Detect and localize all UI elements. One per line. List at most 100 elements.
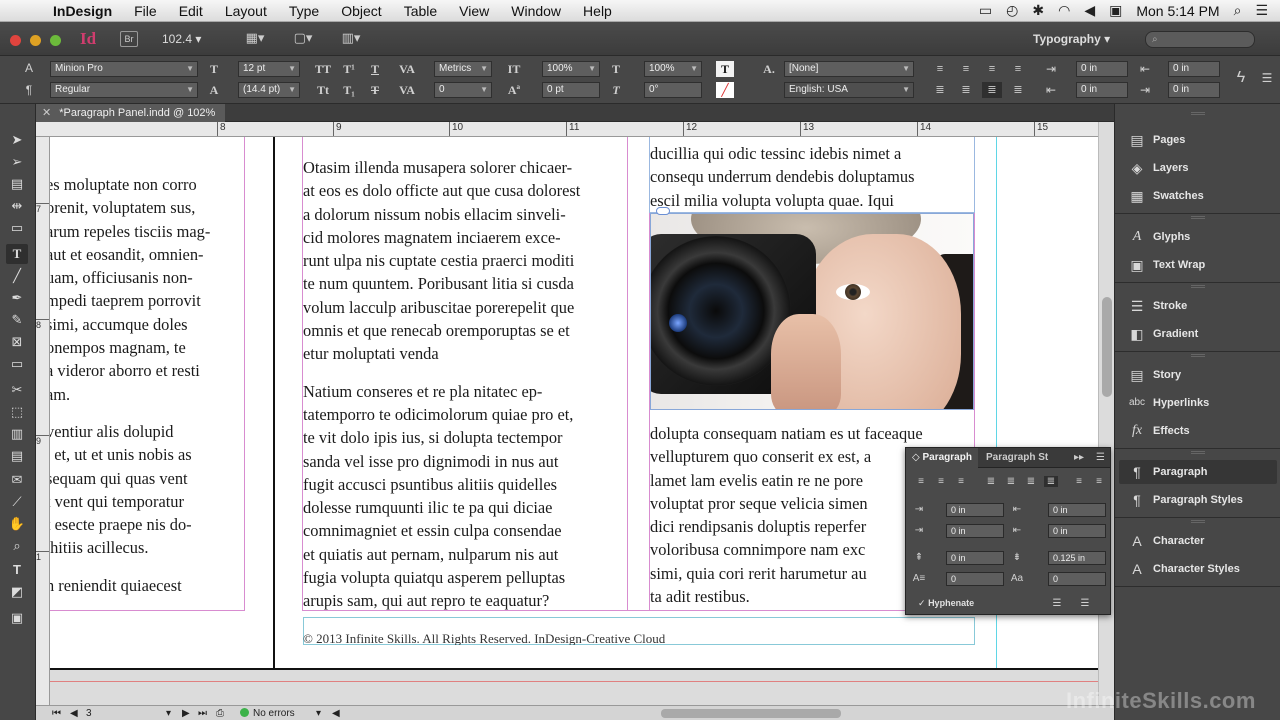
bluetooth-icon[interactable]: ✱ [1032, 2, 1044, 19]
page-menu-icon[interactable]: ▾ [166, 706, 171, 720]
all-caps-button[interactable]: TT [314, 61, 332, 77]
rectangle-tool-icon[interactable]: ▭ [6, 354, 28, 374]
menubar-clock[interactable]: Mon 5:14 PM [1136, 3, 1219, 19]
justify-right-icon[interactable]: ≣ [982, 82, 1002, 98]
menu-object[interactable]: Object [330, 3, 392, 19]
volume-icon[interactable]: ◀ [1084, 2, 1095, 19]
align-left-icon[interactable]: ≡ [930, 61, 950, 77]
type-tool-icon[interactable]: T [6, 244, 28, 264]
strikethrough-button[interactable]: T [366, 82, 384, 98]
pp-last-indent-field[interactable]: 0 in [1048, 524, 1106, 538]
character-style-select[interactable]: [None] ▼ [784, 61, 914, 77]
tab-paragraph-styles[interactable]: Paragraph St [980, 448, 1054, 468]
pp-justify-all-icon[interactable]: ≣ [1044, 476, 1058, 487]
pp-align-grid-icon[interactable]: ☰ [1078, 598, 1092, 609]
pp-space-before-field[interactable]: 0 in [946, 551, 1004, 565]
hand-tool-icon[interactable]: ✋ [6, 514, 28, 534]
dock-story[interactable]: ▤ Story [1119, 363, 1277, 387]
left-column-text[interactable]: es moluptate non corro orenit, voluptatem… [50, 173, 210, 597]
gradient-feather-tool-icon[interactable]: ▤ [6, 446, 28, 466]
dock-grip[interactable] [1191, 520, 1205, 523]
next-page-button[interactable]: ▶ [182, 706, 190, 720]
arrange-documents-icon[interactable]: ▥▾ [338, 30, 364, 48]
hyphenate-checkbox[interactable]: ✓ Hyphenate [918, 598, 974, 609]
wifi-icon[interactable]: ◠ [1058, 2, 1070, 19]
stroke-none-icon[interactable]: ╱ [716, 82, 734, 98]
pp-align-away-spine-icon[interactable]: ≡ [1092, 476, 1106, 487]
screen-mode-tool-icon[interactable]: ▣ [6, 608, 28, 628]
vertical-ruler[interactable]: 7 8 9 1 [36, 137, 50, 705]
eyedropper-tool-icon[interactable]: ⟋ [6, 492, 28, 512]
tab-paragraph[interactable]: ◇ Paragraph [906, 448, 978, 468]
right-indent-field[interactable]: 0 in [1168, 61, 1220, 77]
underline-button[interactable]: T [366, 61, 384, 77]
pp-dont-align-grid-icon[interactable]: ☰ [1050, 598, 1064, 609]
justify-all-icon[interactable]: ≣ [1008, 82, 1028, 98]
scissors-tool-icon[interactable]: ✂ [6, 380, 28, 400]
subscript-button[interactable]: T₁ [340, 82, 358, 98]
content-collector-icon[interactable]: ▭ [6, 218, 28, 238]
dock-swatches[interactable]: ▦ Swatches [1119, 184, 1277, 208]
selection-tool-icon[interactable]: ➤ [6, 130, 28, 150]
workspace-switcher[interactable]: Typography ▾ [1033, 32, 1110, 46]
pp-align-left-icon[interactable]: ≡ [914, 476, 928, 487]
quick-apply-icon[interactable]: ϟ [1232, 70, 1250, 86]
right-column-bottom-text[interactable]: dolupta consequam natiam es ut faceaque v… [650, 422, 923, 608]
gradient-swatch-tool-icon[interactable]: ▥ [6, 424, 28, 444]
pp-right-indent-field[interactable]: 0 in [1048, 503, 1106, 517]
dock-effects[interactable]: fx Effects [1119, 419, 1277, 443]
menu-window[interactable]: Window [500, 3, 572, 19]
close-document-icon[interactable]: ✕ [42, 107, 51, 119]
view-options-icon[interactable]: ▦▾ [242, 30, 268, 48]
dock-character-styles[interactable]: A Character Styles [1119, 557, 1277, 581]
screen-mode-icon[interactable]: ▢▾ [290, 30, 316, 48]
font-family-select[interactable]: Minion Pro ▼ [50, 61, 198, 77]
character-controls-icon[interactable]: A [20, 60, 38, 76]
skew-field[interactable]: 0° [644, 82, 702, 98]
free-transform-tool-icon[interactable]: ⬚ [6, 402, 28, 422]
pp-align-towards-spine-icon[interactable]: ≡ [1072, 476, 1086, 487]
first-line-indent-field[interactable]: 0 in [1076, 82, 1128, 98]
menu-edit[interactable]: Edit [168, 3, 214, 19]
window-zoom-button[interactable] [50, 35, 61, 46]
preflight-status[interactable]: No errors [240, 706, 295, 720]
pp-justify-left-icon[interactable]: ≣ [984, 476, 998, 487]
pp-drop-cap-chars-field[interactable]: 0 [1048, 572, 1106, 586]
align-center-icon[interactable]: ≡ [956, 61, 976, 77]
pp-justify-right-icon[interactable]: ≣ [1024, 476, 1038, 487]
justify-left-icon[interactable]: ≣ [930, 82, 950, 98]
menu-type[interactable]: Type [278, 3, 330, 19]
dock-layers[interactable]: ◈ Layers [1119, 156, 1277, 180]
document-tab[interactable]: ✕ *Paragraph Panel.indd @ 102% [36, 104, 226, 122]
dock-hyperlinks[interactable]: abc Hyperlinks [1119, 391, 1277, 415]
help-search-input[interactable]: ⌕ [1145, 31, 1255, 48]
menu-file[interactable]: File [123, 3, 168, 19]
pp-align-right-icon[interactable]: ≡ [954, 476, 968, 487]
vertical-scale-field[interactable]: 100% ▼ [542, 61, 600, 77]
left-indent-field[interactable]: 0 in [1076, 61, 1128, 77]
zoom-level-field[interactable]: 102.4 ▾ [162, 32, 201, 46]
default-colors-icon[interactable]: ◩ [6, 582, 28, 602]
horizontal-scale-field[interactable]: 100% ▼ [644, 61, 702, 77]
dock-pages[interactable]: ▤ Pages [1119, 128, 1277, 152]
control-panel-menu-icon[interactable]: ☰ [1258, 70, 1276, 86]
vertical-scrollbar[interactable] [1098, 122, 1114, 705]
font-size-field[interactable]: 12 pt ▼ [238, 61, 300, 77]
photo-frame[interactable] [650, 213, 974, 410]
dock-grip[interactable] [1191, 112, 1205, 115]
tracking-field[interactable]: 0 ▼ [434, 82, 492, 98]
last-page-button[interactable]: ⏭ [198, 706, 207, 720]
font-style-select[interactable]: Regular ▼ [50, 82, 198, 98]
panel-menu-icon[interactable]: ☰ [1096, 452, 1105, 463]
panel-expand-icon[interactable]: ▸▸ [1074, 452, 1084, 463]
dock-grip[interactable] [1191, 216, 1205, 219]
dock-grip[interactable] [1191, 354, 1205, 357]
pp-first-indent-field[interactable]: 0 in [946, 524, 1004, 538]
pp-justify-center-icon[interactable]: ≣ [1004, 476, 1018, 487]
horizontal-ruler[interactable]: 8 9 10 11 12 13 14 15 [36, 122, 1114, 137]
dock-grip[interactable] [1191, 451, 1205, 454]
bridge-button[interactable]: Br [120, 31, 138, 47]
align-right-icon[interactable]: ≡ [982, 61, 1002, 77]
previous-page-button[interactable]: ◀ [70, 706, 78, 720]
scroll-left-button[interactable]: ◀ [332, 706, 340, 720]
